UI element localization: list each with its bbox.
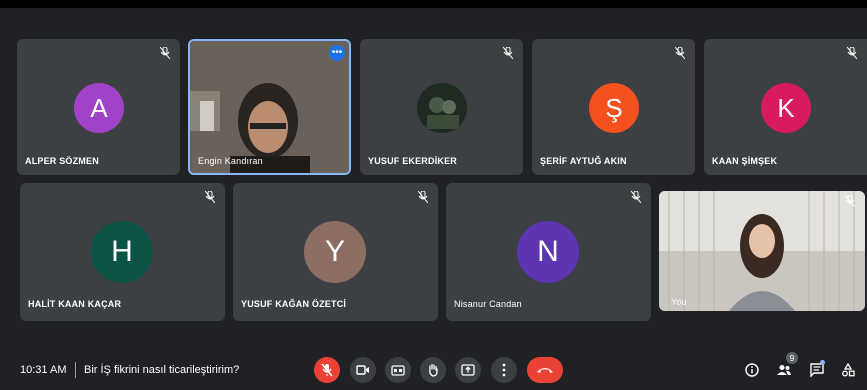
video-feed [190,41,349,173]
mic-off-icon [418,191,428,203]
avatar: K [761,83,811,133]
end-call-icon [537,368,553,373]
more-options-icon [502,363,506,377]
camera-icon [356,365,369,375]
participant-tile[interactable]: A ALPER SÖZMEN [17,39,180,175]
avatar: Y [304,221,366,283]
chat-notification-dot [820,360,825,365]
mic-off-icon [205,191,215,203]
self-view-tile[interactable]: You [659,191,865,311]
info-icon [745,363,759,377]
captions-button[interactable] [385,357,411,383]
mic-off-icon [321,363,333,377]
participant-name: You [671,297,687,307]
avatar-photo [417,83,467,133]
participant-tile-active[interactable]: ••• Engin Kandıran [188,39,351,175]
meeting-title: Bir İŞ fikrini nasıl ticarileştiririm? [84,364,240,376]
activities-button[interactable] [838,360,858,380]
participant-count-badge: 9 [786,352,798,364]
participant-tile[interactable]: H HALİT KAAN KAÇAR [20,183,225,321]
participant-name: YUSUF EKERDİKER [368,156,458,166]
participant-name: KAAN ŞİMŞEK [712,156,778,166]
participant-tile[interactable]: YUSUF EKERDİKER [360,39,523,175]
bottom-bar: 10:31 AM Bir İŞ fikrini nasıl ticarileşt… [0,350,867,390]
participant-tile[interactable]: N Nisanur Candan [446,183,651,321]
meeting-time: 10:31 AM [20,364,67,376]
leave-call-button[interactable] [527,357,563,383]
avatar: H [91,221,153,283]
chat-icon [810,363,824,377]
raise-hand-icon [429,363,438,377]
mic-off-icon [631,191,641,203]
mic-toggle-button[interactable] [314,357,340,383]
divider [75,362,76,378]
more-options-button[interactable] [491,357,517,383]
mic-off-icon [503,47,513,59]
raise-hand-button[interactable] [420,357,446,383]
participant-name: Engin Kandıran [198,156,263,166]
participant-name: ALPER SÖZMEN [25,156,99,166]
avatar: Ş [589,83,639,133]
avatar: N [517,221,579,283]
more-options-icon[interactable]: ••• [329,45,345,61]
mic-off-icon [847,47,857,59]
present-icon [461,364,475,376]
activities-icon [842,363,855,377]
participant-name: ŞERİF AYTUĞ AKIN [540,156,627,166]
top-bar [0,0,867,8]
captions-icon [391,364,405,376]
mic-off-icon [675,47,685,59]
camera-toggle-button[interactable] [350,357,376,383]
people-icon [777,365,791,375]
participant-tile[interactable]: Y YUSUF KAĞAN ÖZETCİ [233,183,438,321]
meeting-details-button[interactable] [742,360,762,380]
present-screen-button[interactable] [455,357,481,383]
participant-name: HALİT KAAN KAÇAR [28,299,122,309]
mic-off-icon [845,195,855,207]
avatar: A [74,83,124,133]
participant-name: YUSUF KAĞAN ÖZETCİ [241,299,347,309]
participant-tile[interactable]: Ş ŞERİF AYTUĞ AKIN [532,39,695,175]
participant-tile[interactable]: K KAAN ŞİMŞEK [704,39,867,175]
video-feed [659,191,865,311]
mic-off-icon [160,47,170,59]
participant-name: Nisanur Candan [454,299,522,309]
